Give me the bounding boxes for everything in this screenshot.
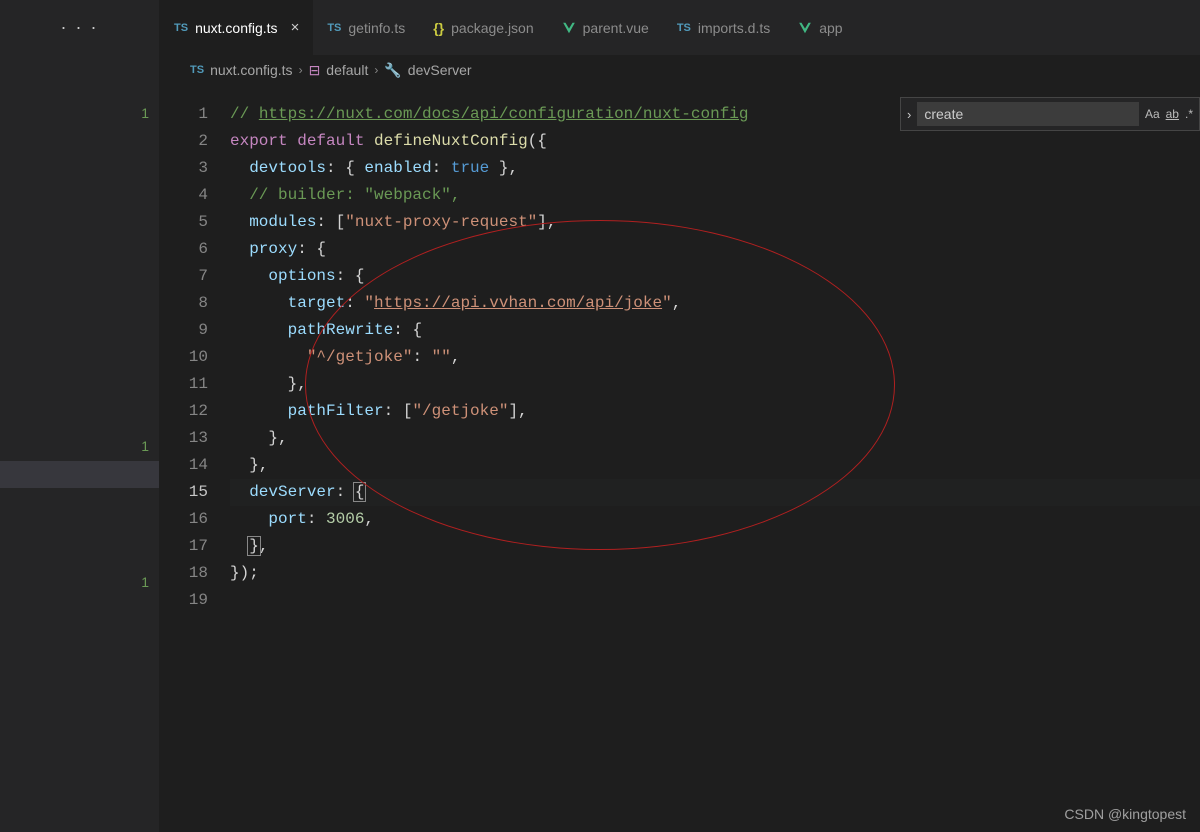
sidebar-menu-button[interactable]: · · · — [0, 0, 159, 55]
tab-package-json[interactable]: {} package.json — [419, 0, 547, 55]
chevron-right-icon: › — [374, 63, 378, 77]
tab-nuxt-config[interactable]: TS nuxt.config.ts × — [160, 0, 313, 55]
chevron-right-icon[interactable]: › — [907, 107, 911, 122]
tab-parent-vue[interactable]: parent.vue — [548, 0, 663, 55]
symbol-icon: ⊟ — [309, 62, 321, 79]
tab-label: getinfo.ts — [348, 20, 405, 36]
ellipsis-icon: · · · — [61, 17, 99, 38]
find-input[interactable] — [917, 102, 1139, 126]
regex-toggle[interactable]: .* — [1185, 107, 1193, 121]
tab-label: imports.d.ts — [698, 20, 770, 36]
tab-label: parent.vue — [583, 20, 649, 36]
code-editor[interactable]: 12345 678910 1112131415 16171819 // http… — [160, 85, 1200, 832]
chevron-right-icon: › — [299, 63, 303, 77]
main-area: TS nuxt.config.ts × TS getinfo.ts {} pac… — [160, 0, 1200, 832]
tab-label: nuxt.config.ts — [195, 20, 278, 36]
tab-label: app — [819, 20, 842, 36]
sidebar-content: 1 1 1 — [0, 55, 159, 832]
find-widget[interactable]: › Aa ab .* — [900, 97, 1200, 131]
wrench-icon: 🔧 — [384, 62, 401, 79]
typescript-icon: TS — [677, 22, 691, 34]
typescript-icon: TS — [327, 22, 341, 34]
vue-icon — [798, 21, 812, 35]
breadcrumb-symbol: default — [326, 62, 368, 78]
json-icon: {} — [433, 20, 444, 36]
tab-getinfo[interactable]: TS getinfo.ts — [313, 0, 419, 55]
tab-app-vue[interactable]: app — [784, 0, 856, 55]
sidebar: · · · 1 1 1 — [0, 0, 160, 832]
breadcrumb-symbol: devServer — [408, 62, 472, 78]
match-case-toggle[interactable]: Aa — [1145, 107, 1160, 121]
whole-word-toggle[interactable]: ab — [1166, 107, 1179, 121]
sidebar-selection — [0, 461, 159, 488]
typescript-icon: TS — [190, 64, 204, 76]
typescript-icon: TS — [174, 22, 188, 34]
tab-label: package.json — [451, 20, 534, 36]
diff-marker: 1 — [141, 438, 149, 454]
breadcrumb-file: nuxt.config.ts — [210, 62, 293, 78]
code-content[interactable]: // https://nuxt.com/docs/api/configurati… — [230, 101, 1200, 832]
tab-imports-dts[interactable]: TS imports.d.ts — [663, 0, 784, 55]
vue-icon — [562, 21, 576, 35]
breadcrumb[interactable]: TS nuxt.config.ts › ⊟ default › 🔧 devSer… — [160, 55, 1200, 85]
close-icon[interactable]: × — [291, 19, 300, 36]
line-numbers: 12345 678910 1112131415 16171819 — [160, 101, 230, 832]
watermark: CSDN @kingtopest — [1064, 806, 1186, 822]
diff-marker: 1 — [141, 574, 149, 590]
diff-marker: 1 — [141, 105, 149, 121]
tab-bar: TS nuxt.config.ts × TS getinfo.ts {} pac… — [160, 0, 1200, 55]
